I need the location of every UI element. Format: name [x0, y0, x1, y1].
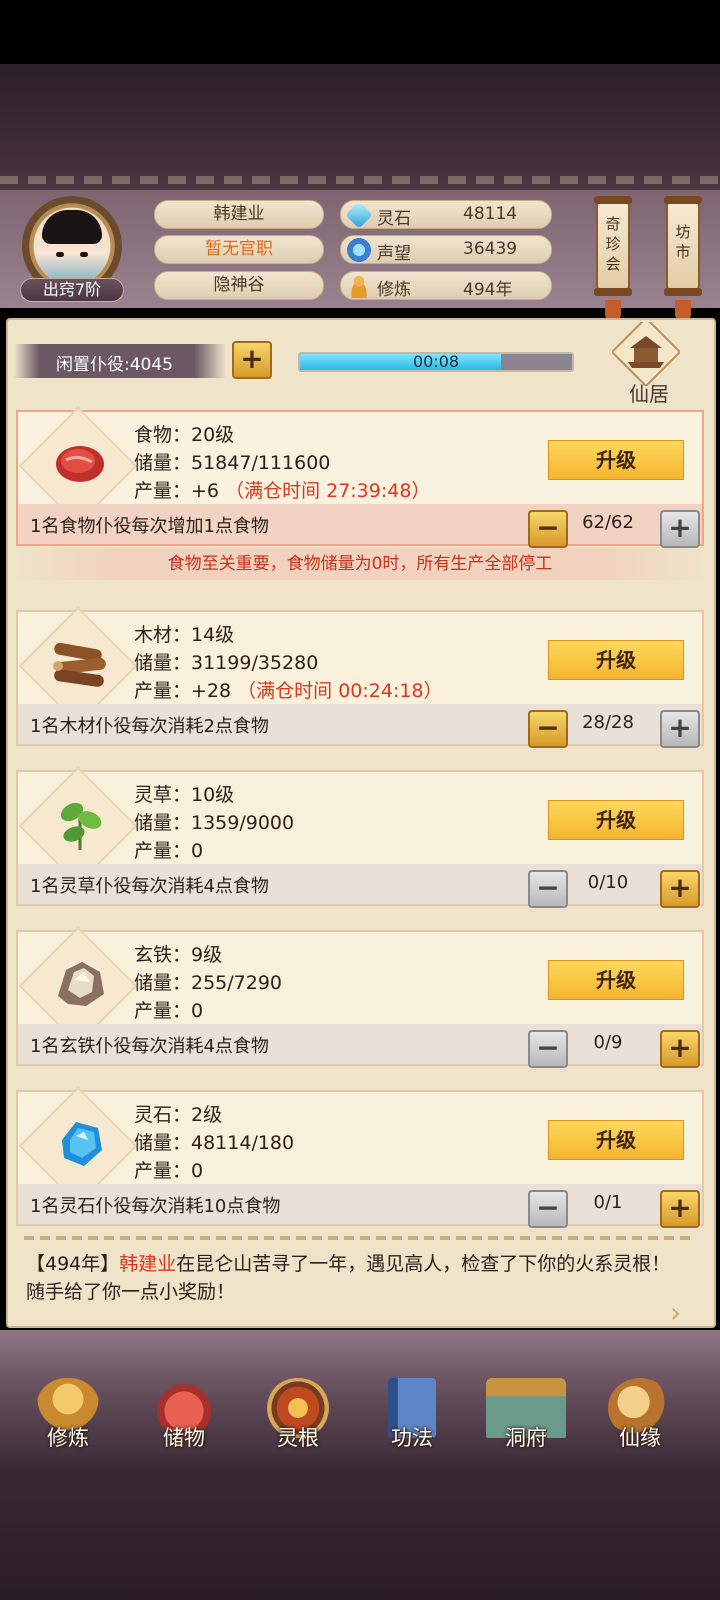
divider: [24, 1236, 696, 1240]
add-food-servant-button[interactable]: +: [660, 510, 700, 548]
upgrade-button[interactable]: 升级: [548, 1120, 684, 1160]
remove-wood-servant-button[interactable]: −: [528, 710, 568, 748]
add-herb-servant-button[interactable]: +: [660, 870, 700, 908]
remove-food-servant-button[interactable]: −: [528, 510, 568, 548]
remove-iron-servant-button[interactable]: −: [528, 1030, 568, 1068]
add-stone-servant-button[interactable]: +: [660, 1190, 700, 1228]
add-servant-button[interactable]: +: [232, 341, 272, 379]
remove-stone-servant-button[interactable]: −: [528, 1190, 568, 1228]
cultivation-value: 494年: [463, 280, 513, 300]
reputation-value: 36439: [463, 239, 518, 259]
spirit-stone-icon: [62, 1122, 102, 1166]
resource-card-iron: 玄铁：9级 储量：255/7290 产量：0 升级 1名玄铁仆役每次消耗4点食物…: [16, 926, 704, 1066]
nav-storage[interactable]: 储物: [134, 1378, 234, 1464]
full-time: （满仓时间 27:39:48）: [225, 480, 431, 502]
nav-cave-abode[interactable]: 洞府: [476, 1378, 576, 1464]
wood-logs-icon: [53, 642, 106, 687]
xianju-label[interactable]: 仙居: [604, 378, 694, 407]
top-decor-band: [0, 64, 720, 190]
nav-fortune[interactable]: 仙缘: [590, 1378, 690, 1464]
ore-icon: [58, 962, 104, 1006]
add-iron-servant-button[interactable]: +: [660, 1030, 700, 1068]
food-warning: 食物至关重要，食物储量为0时，所有生产全部停工: [16, 548, 704, 580]
official-title: 暂无官职: [154, 235, 324, 264]
servant-count: 0/1: [593, 1192, 623, 1213]
cultivation-stat: 修炼 494年: [340, 271, 552, 300]
reputation-stat: 声望 36439: [340, 235, 552, 264]
spirit-stone-icon: [345, 201, 373, 229]
resource-card-wood: 木材：14级 储量：31199/35280 产量：+28 （满仓时间 00:24…: [16, 606, 704, 746]
rank-badge: 出窍7阶: [20, 278, 124, 302]
nav-techniques[interactable]: 功法: [362, 1378, 462, 1464]
reputation-icon: [347, 238, 371, 262]
meat-icon: [56, 446, 104, 482]
servant-count: 0/10: [587, 872, 629, 893]
herb-icon: [60, 802, 102, 850]
upgrade-button[interactable]: 升级: [548, 640, 684, 680]
nav-spirit-root[interactable]: 灵根: [248, 1378, 348, 1464]
pavilion-icon[interactable]: [612, 322, 680, 386]
spirit-stone-value: 48114: [463, 204, 518, 224]
upgrade-button[interactable]: 升级: [548, 440, 684, 480]
status-bar-area: [0, 0, 720, 64]
resource-card-food: 食物：20级 储量：51847/111600 产量：+6 （满仓时间 27:39…: [16, 406, 704, 546]
upgrade-button[interactable]: 升级: [548, 960, 684, 1000]
servant-count: 0/9: [593, 1032, 623, 1053]
player-name: 韩建业: [154, 200, 324, 229]
next-arrow-icon[interactable]: ›: [670, 1296, 681, 1329]
full-time: （满仓时间 00:24:18）: [237, 680, 443, 702]
spirit-stone-stat: 灵石 48114: [340, 200, 552, 229]
remove-herb-servant-button[interactable]: −: [528, 870, 568, 908]
bottom-decor-band: [0, 1464, 720, 1600]
treasure-fair-button[interactable]: 奇珍会: [594, 196, 632, 296]
location-name: 隐神谷: [154, 271, 324, 300]
add-wood-servant-button[interactable]: +: [660, 710, 700, 748]
servant-count: 62/62: [582, 512, 634, 533]
production-timer-text: 00:08: [412, 352, 460, 371]
resource-card-herb: 灵草：10级 储量：1359/9000 产量：0 升级 1名灵草仆役每次消耗4点…: [16, 766, 704, 906]
nav-cultivate[interactable]: 修炼: [18, 1378, 118, 1464]
upgrade-button[interactable]: 升级: [548, 800, 684, 840]
resource-card-spirit-stone: 灵石：2级 储量：48114/180 产量：0 升级 1名灵石仆役每次消耗10点…: [16, 1086, 704, 1226]
idle-servants-bar: 闲置仆役:4045: [14, 344, 226, 378]
cultivation-icon: [347, 274, 371, 298]
servant-count: 28/28: [582, 712, 634, 733]
event-log: 【494年】韩建业在昆仑山苦寻了一年，遇见高人，检查了下你的火系灵根！随手给了你…: [26, 1253, 671, 1303]
market-button[interactable]: 坊市: [664, 196, 702, 296]
